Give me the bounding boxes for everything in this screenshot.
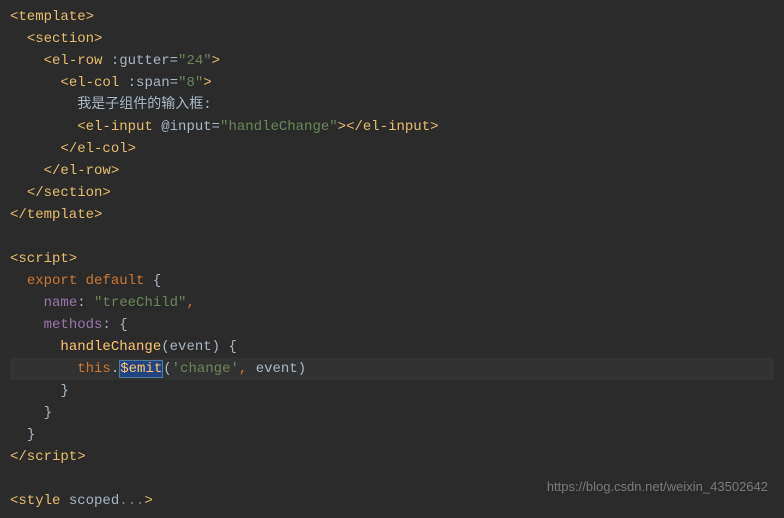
- code-line: </el-row>: [10, 160, 774, 182]
- comma: ,: [186, 295, 194, 311]
- code-line: <el-row :gutter="24">: [10, 50, 774, 72]
- code-line: <section>: [10, 28, 774, 50]
- code-line: }: [10, 402, 774, 424]
- attr-value: "24": [178, 53, 212, 69]
- code-editor[interactable]: <template> <section> <el-row :gutter="24…: [0, 0, 784, 518]
- tag: <el-row: [44, 53, 111, 69]
- attr-name: :span=: [128, 75, 178, 91]
- colon: :: [77, 295, 94, 311]
- code-line: export default {: [10, 270, 774, 292]
- code-line: [10, 226, 774, 248]
- paren: (: [161, 339, 169, 355]
- tag: </el-row>: [44, 163, 120, 179]
- tag: </section>: [27, 185, 111, 201]
- property: methods: [44, 317, 103, 333]
- brace: }: [60, 383, 68, 399]
- text: 我是子组件的输入框:: [77, 97, 211, 113]
- param: event: [170, 339, 212, 355]
- keyword: export: [27, 273, 77, 289]
- attr-name: :gutter=: [111, 53, 178, 69]
- code-line: <template>: [10, 6, 774, 28]
- watermark: https://blog.csdn.net/weixin_43502642: [547, 479, 768, 494]
- code-line: methods: {: [10, 314, 774, 336]
- param: event: [256, 361, 298, 377]
- string: 'change': [172, 361, 239, 377]
- tag: </template>: [10, 207, 102, 223]
- tag: <el-col: [60, 75, 127, 91]
- tag: >: [338, 119, 346, 135]
- code-line: <script>: [10, 248, 774, 270]
- code-line: </script>: [10, 446, 774, 468]
- dot: .: [111, 361, 119, 377]
- code-line: </el-col>: [10, 138, 774, 160]
- code-line: name: "treeChild",: [10, 292, 774, 314]
- code-line: <el-col :span="8">: [10, 72, 774, 94]
- code-line: <el-input @input="handleChange"></el-inp…: [10, 116, 774, 138]
- tag: </script>: [10, 449, 86, 465]
- string: "treeChild": [94, 295, 186, 311]
- tag: >: [144, 493, 152, 509]
- keyword: this: [77, 361, 111, 377]
- code-line: }: [10, 380, 774, 402]
- fold-indicator[interactable]: ...: [119, 493, 144, 509]
- comma: ,: [239, 361, 256, 377]
- paren: ) {: [212, 339, 237, 355]
- tag: </el-col>: [60, 141, 136, 157]
- brace: }: [27, 427, 35, 443]
- attr-name: scoped: [69, 493, 119, 509]
- paren: (: [163, 361, 171, 377]
- code-line-highlighted: this.$emit('change', event): [10, 358, 774, 380]
- tag: >: [212, 53, 220, 69]
- brace: }: [44, 405, 52, 421]
- attr-value: "8": [178, 75, 203, 91]
- code-line: handleChange(event) {: [10, 336, 774, 358]
- code-line: }: [10, 424, 774, 446]
- tag: <script>: [10, 251, 77, 267]
- tag: <el-input: [77, 119, 161, 135]
- tag: </el-input>: [346, 119, 438, 135]
- paren: ): [298, 361, 306, 377]
- tag: <section>: [27, 31, 103, 47]
- tag: >: [203, 75, 211, 91]
- attr-value: "handleChange": [220, 119, 338, 135]
- code-line: </template>: [10, 204, 774, 226]
- code-line: </section>: [10, 182, 774, 204]
- property: name: [44, 295, 78, 311]
- selected-text: $emit: [119, 360, 163, 378]
- tag: <template>: [10, 9, 94, 25]
- code-line: 我是子组件的输入框:: [10, 94, 774, 116]
- brace: {: [144, 273, 161, 289]
- function-name: handleChange: [60, 339, 161, 355]
- attr-name: @input=: [161, 119, 220, 135]
- tag: <style: [10, 493, 69, 509]
- keyword: default: [86, 273, 145, 289]
- brace: : {: [102, 317, 127, 333]
